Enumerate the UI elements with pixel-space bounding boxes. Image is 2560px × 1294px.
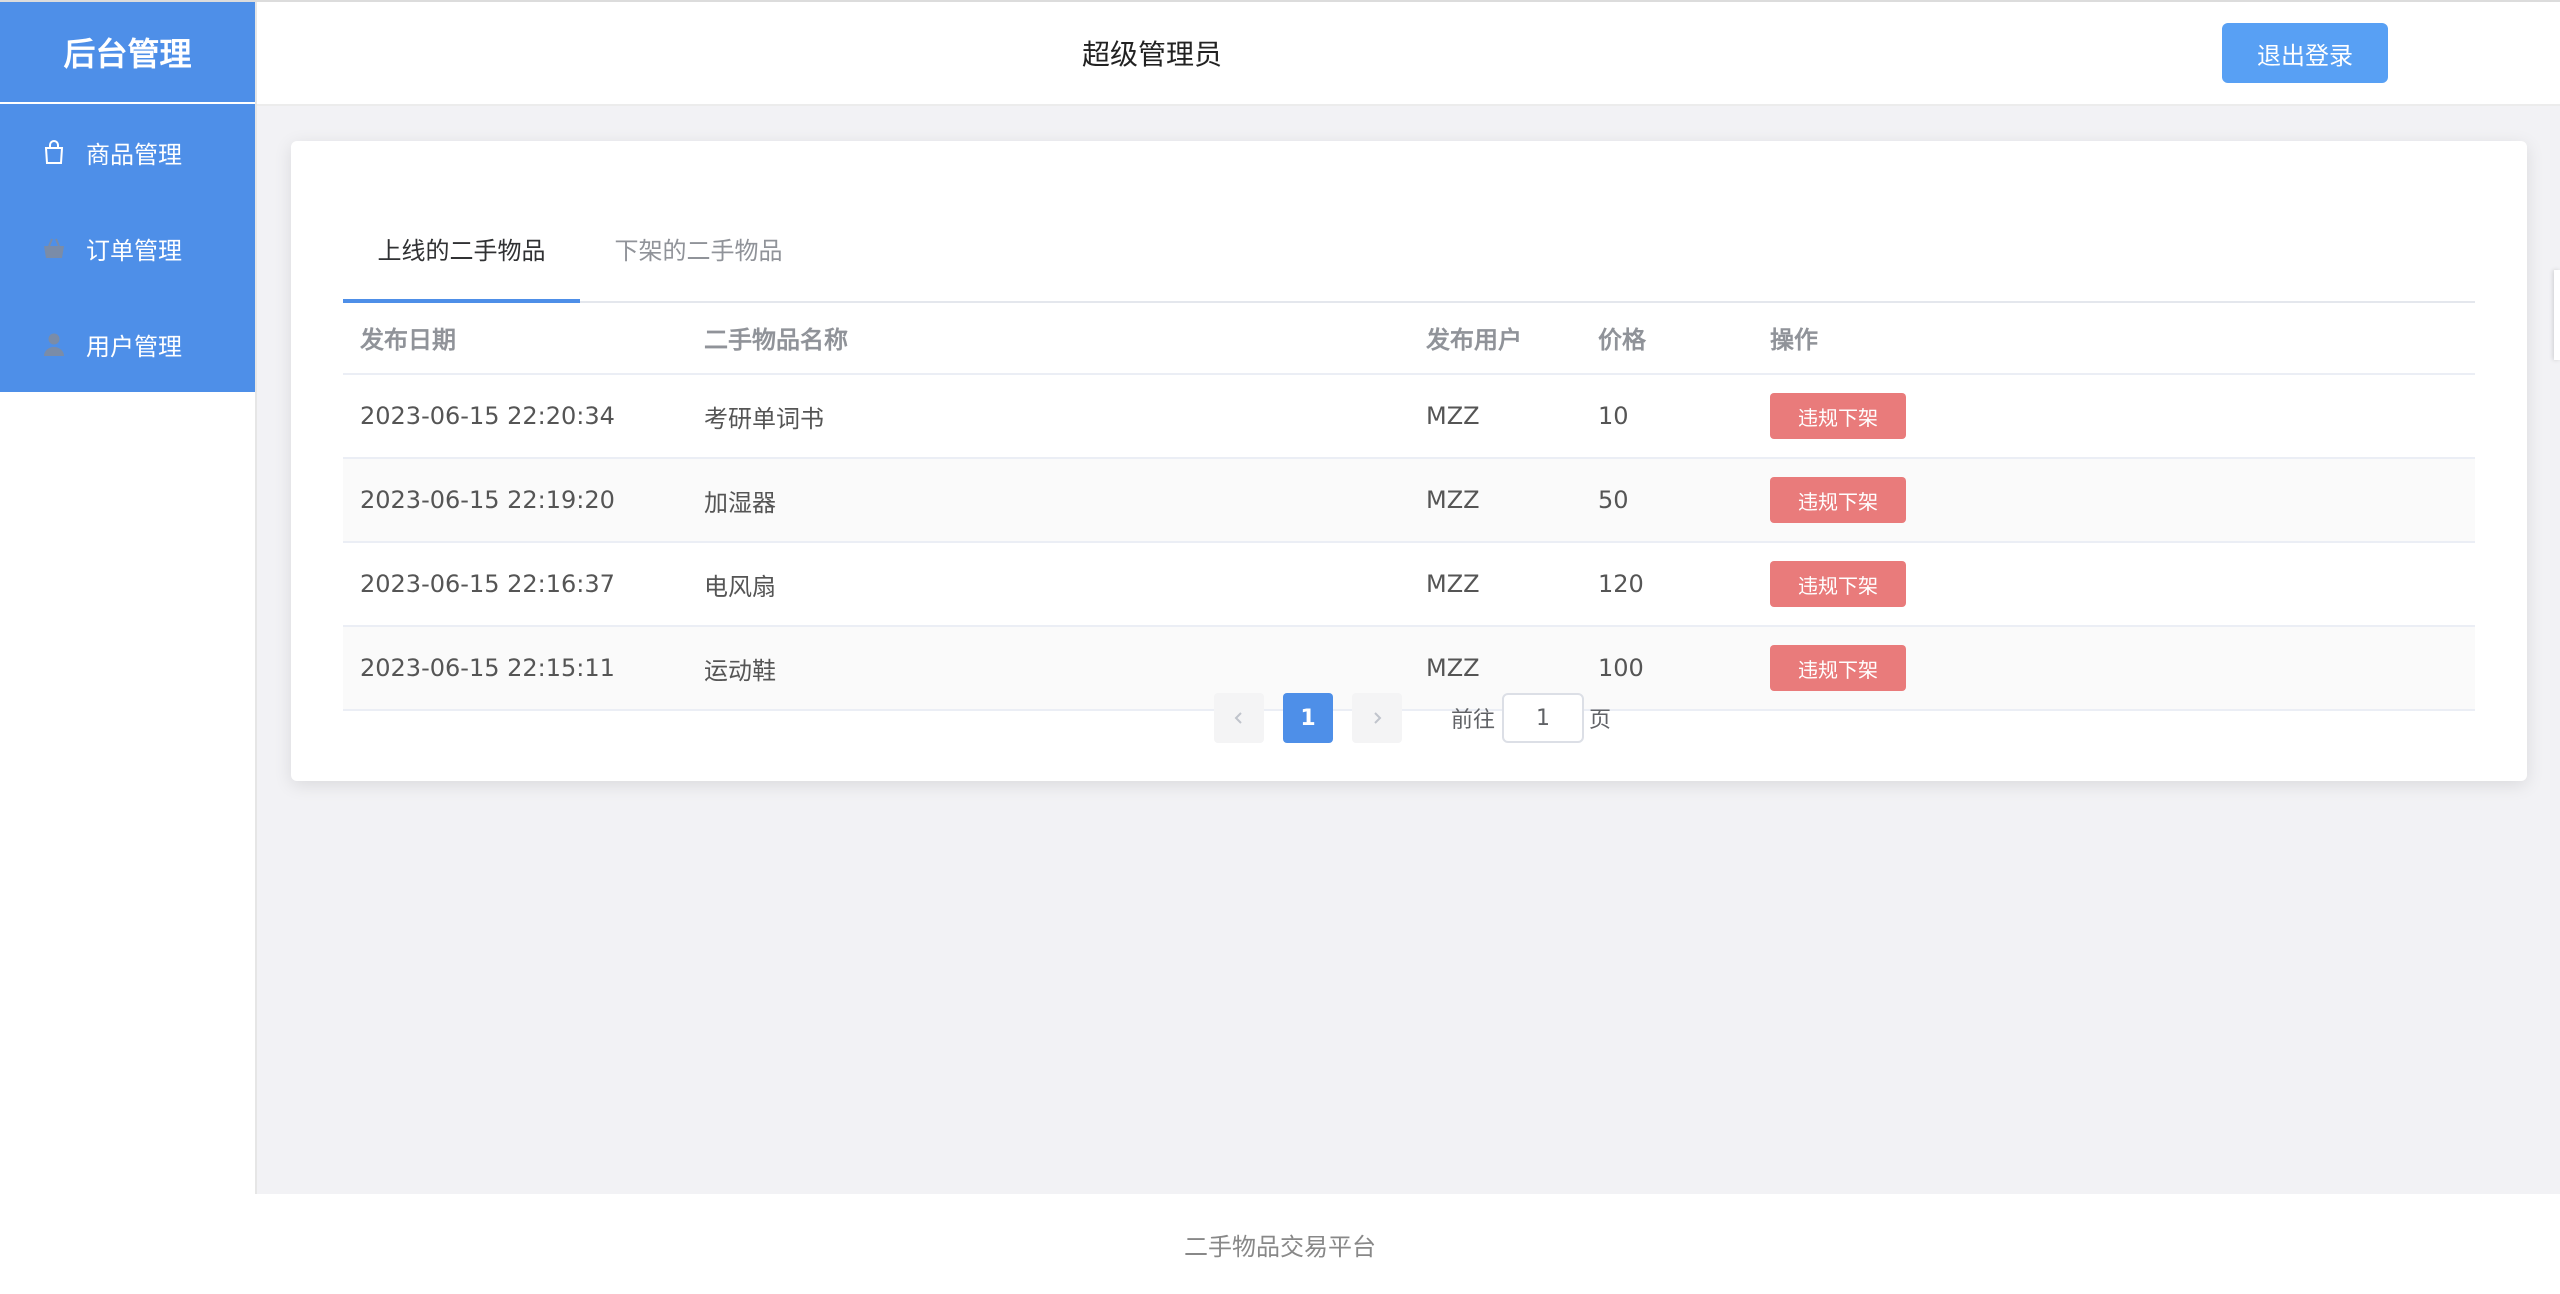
pagination: 1 前往 页	[291, 693, 2527, 743]
cell-date: 2023-06-15 22:15:11	[360, 654, 615, 682]
cell-user: MZZ	[1426, 402, 1480, 430]
column-header-date: 发布日期	[360, 325, 456, 354]
goto-page-input[interactable]	[1502, 693, 1584, 743]
side-drawer-handle[interactable]	[2554, 270, 2560, 360]
cell-user: MZZ	[1426, 654, 1480, 682]
logout-button[interactable]: 退出登录	[2222, 23, 2388, 83]
goto-suffix: 页	[1589, 708, 1612, 733]
cell-action: 违规下架	[1753, 561, 2475, 607]
shopping-bag-icon	[40, 138, 68, 166]
cell-action: 违规下架	[1753, 393, 2475, 439]
cell-name: 加湿器	[704, 488, 776, 517]
takedown-button[interactable]: 违规下架	[1770, 477, 1906, 523]
column-header-name: 二手物品名称	[704, 325, 848, 354]
tab-online-items[interactable]: 上线的二手物品	[343, 195, 580, 301]
cell-action: 违规下架	[1753, 477, 2475, 523]
cell-name: 电风扇	[704, 572, 776, 601]
table-row: 2023-06-15 22:16:37 电风扇 MZZ 120 违规下架	[343, 543, 2475, 627]
cell-date: 2023-06-15 22:19:20	[360, 486, 615, 514]
cell-price: 10	[1598, 402, 1629, 430]
basket-icon	[40, 234, 68, 262]
sidebar-item-label: 商品管理	[86, 140, 182, 169]
cell-price: 50	[1598, 486, 1629, 514]
tab-label: 上线的二手物品	[377, 236, 546, 265]
content-card: 上线的二手物品 下架的二手物品 发布日期 二手物品名称 发布用户 价格 操作 2…	[291, 141, 2527, 781]
header-title: 超级管理员	[1081, 38, 1222, 71]
cell-name: 考研单词书	[704, 404, 824, 433]
next-page-button[interactable]	[1352, 693, 1402, 743]
takedown-button[interactable]: 违规下架	[1770, 645, 1906, 691]
cell-date: 2023-06-15 22:16:37	[360, 570, 615, 598]
sidebar: 后台管理 商品管理 订单管理 用户管理	[0, 2, 257, 1194]
tab-bar: 上线的二手物品 下架的二手物品	[343, 195, 2475, 303]
cell-user: MZZ	[1426, 486, 1480, 514]
tab-offline-items[interactable]: 下架的二手物品	[580, 195, 817, 301]
cell-name: 运动鞋	[704, 656, 776, 685]
column-header-action: 操作	[1770, 325, 1818, 354]
chevron-left-icon	[1234, 712, 1242, 724]
cell-price: 120	[1598, 570, 1644, 598]
items-table: 发布日期 二手物品名称 发布用户 价格 操作 2023-06-15 22:20:…	[343, 301, 2475, 711]
cell-user: MZZ	[1426, 570, 1480, 598]
sidebar-item-label: 用户管理	[86, 332, 182, 361]
table-row: 2023-06-15 22:20:34 考研单词书 MZZ 10 违规下架	[343, 375, 2475, 459]
top-header: 超级管理员 退出登录	[257, 2, 2560, 106]
sidebar-item-users[interactable]: 用户管理	[0, 296, 255, 392]
chevron-right-icon	[1374, 712, 1382, 724]
column-header-user: 发布用户	[1426, 325, 1522, 354]
goto-label: 前往	[1451, 708, 1496, 733]
table-header-row: 发布日期 二手物品名称 发布用户 价格 操作	[343, 301, 2475, 375]
takedown-button[interactable]: 违规下架	[1770, 561, 1906, 607]
cell-price: 100	[1598, 654, 1644, 682]
brand-title: 后台管理	[0, 2, 255, 104]
footer: 二手物品交易平台	[0, 1194, 2560, 1294]
user-icon	[40, 330, 68, 358]
sidebar-item-label: 订单管理	[86, 236, 182, 265]
footer-text: 二手物品交易平台	[1184, 1232, 1376, 1261]
cell-date: 2023-06-15 22:20:34	[360, 402, 615, 430]
column-header-price: 价格	[1598, 325, 1646, 354]
sidebar-menu: 商品管理 订单管理 用户管理	[0, 104, 255, 392]
takedown-button[interactable]: 违规下架	[1770, 393, 1906, 439]
sidebar-item-goods[interactable]: 商品管理	[0, 104, 255, 200]
table-row: 2023-06-15 22:19:20 加湿器 MZZ 50 违规下架	[343, 459, 2475, 543]
page-number-current[interactable]: 1	[1283, 693, 1333, 743]
sidebar-item-orders[interactable]: 订单管理	[0, 200, 255, 296]
prev-page-button[interactable]	[1214, 693, 1264, 743]
cell-action: 违规下架	[1753, 645, 2475, 691]
tab-label: 下架的二手物品	[614, 236, 783, 265]
